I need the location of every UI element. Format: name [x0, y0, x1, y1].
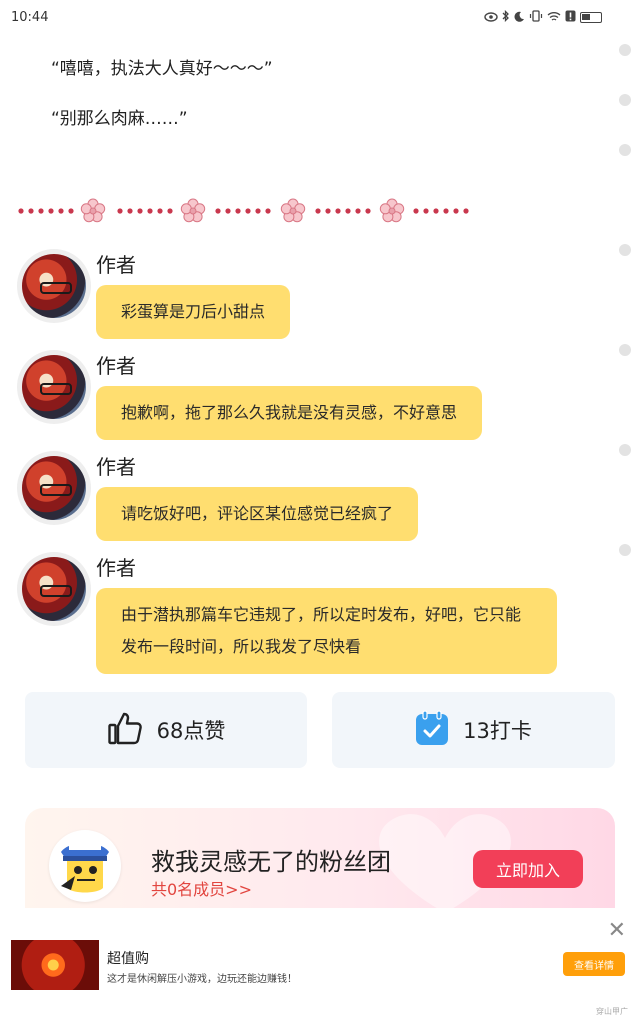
fan-club-avatar: [49, 830, 121, 902]
ad-title: 超值购: [107, 951, 149, 967]
ad-details-button[interactable]: 查看详情: [563, 952, 625, 976]
scroll-dot: [619, 344, 631, 356]
status-time: 10:44: [11, 10, 49, 25]
like-count: 68点赞: [156, 719, 226, 743]
ad-description: 这才是休闲解压小游戏，边玩还能边赚钱！: [107, 974, 297, 985]
scroll-dot: [619, 544, 631, 556]
comment-bubble: 抱歉啊，拖了那么久我就是没有灵感，不好意思: [96, 386, 483, 440]
author-comment: 作者 请吃饭好吧，评论区某位感觉已经疯了: [17, 451, 577, 541]
comment-bubble: 由于潜执那篇车它违规了，所以定时发布，好吧，它只能发布一段时间，所以我发了尽快看: [96, 588, 557, 674]
comment-bubble: 请吃饭好吧，评论区某位感觉已经疯了: [96, 487, 419, 541]
scroll-dot: [619, 44, 631, 56]
story-line: “嘻嘻，执法大人真好～～～”: [51, 59, 273, 79]
scroll-dot: [619, 94, 631, 106]
comment-author: 作者: [96, 354, 136, 378]
comment-author: 作者: [96, 253, 136, 277]
comment-author: 作者: [96, 556, 136, 580]
avatar[interactable]: [17, 249, 91, 323]
avatar[interactable]: [17, 552, 91, 626]
avatar[interactable]: [17, 451, 91, 525]
wifi-icon: [547, 11, 561, 25]
fan-club-members-link[interactable]: 共0名成员>>: [151, 876, 252, 900]
eye-icon: [484, 11, 498, 25]
bluetooth-icon: [502, 9, 510, 25]
moon-icon: [514, 11, 525, 25]
author-comment: 作者 彩蛋算是刀后小甜点: [17, 249, 577, 339]
scroll-dot: [619, 244, 631, 256]
like-button[interactable]: 68点赞: [25, 692, 307, 768]
status-icons: [484, 9, 602, 25]
join-fan-club-button[interactable]: 立即加入: [473, 850, 583, 888]
battery-icon: [580, 12, 602, 23]
checkin-button[interactable]: 13打卡: [332, 692, 615, 768]
calendar-check-icon: [415, 710, 449, 750]
fan-club-title: 救我灵感无了的粉丝团: [151, 848, 391, 876]
alert-icon: [565, 10, 576, 25]
ad-image[interactable]: [11, 940, 99, 990]
thumbs-up-icon: [107, 710, 143, 750]
comment-bubble: 彩蛋算是刀后小甜点: [96, 285, 291, 339]
flower-divider: [18, 198, 469, 223]
close-icon[interactable]: ✕: [608, 920, 626, 942]
status-bar: 10:44: [0, 0, 640, 36]
vibrate-icon: [529, 10, 543, 25]
comment-author: 作者: [96, 455, 136, 479]
author-comment: 作者 抱歉啊，拖了那么久我就是没有灵感，不好意思: [17, 350, 577, 440]
author-comment: 作者 由于潜执那篇车它违规了，所以定时发布，好吧，它只能发布一段时间，所以我发了…: [17, 552, 577, 674]
checkin-count: 13打卡: [463, 719, 532, 743]
story-line: “别那么肉麻……”: [51, 109, 188, 129]
scroll-dot: [619, 444, 631, 456]
ad-banner[interactable]: ✕ 超值购 这才是休闲解压小游戏，边玩还能边赚钱！ 查看详情 穿山甲广: [0, 908, 640, 1024]
avatar[interactable]: [17, 350, 91, 424]
ad-source-tag: 穿山甲广: [596, 1007, 628, 1016]
fan-club-banner[interactable]: 救我灵感无了的粉丝团 共0名成员>> 立即加入: [25, 808, 615, 908]
scroll-dot: [619, 144, 631, 156]
